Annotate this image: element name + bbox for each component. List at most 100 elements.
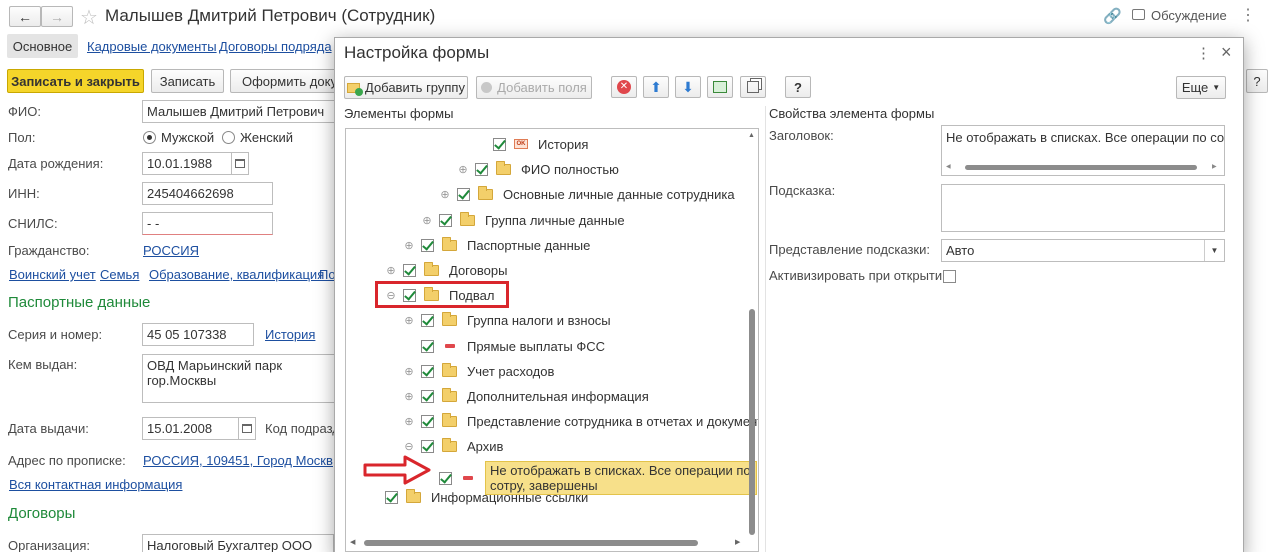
snils-input[interactable]: - - xyxy=(142,212,273,235)
expand-icon[interactable]: ⊕ xyxy=(403,239,415,252)
scroll-right-icon[interactable]: ▶ xyxy=(1212,163,1217,170)
citizenship-link[interactable]: РОССИЯ xyxy=(143,243,199,258)
add-group-button[interactable]: Добавить группу xyxy=(344,76,468,99)
issued-by-input[interactable]: ОВД Марьинский парк гор.Москвы xyxy=(142,354,342,403)
scroll-left-icon[interactable]: ◀ xyxy=(350,538,355,546)
tab-main[interactable]: Основное xyxy=(7,34,78,58)
tree-row-checkbox[interactable] xyxy=(493,137,506,151)
tree-row[interactable]: ⊕ Учет расходов xyxy=(403,360,554,382)
more-button[interactable]: Еще ▼ xyxy=(1176,76,1226,99)
expand-icon[interactable]: ⊕ xyxy=(385,264,397,277)
delete-icon: ✕ xyxy=(617,80,631,94)
move-up-button[interactable]: ⬆ xyxy=(643,76,669,98)
tree-row[interactable]: Информационные ссылки xyxy=(367,486,588,508)
calendar-button[interactable] xyxy=(231,152,249,175)
check-all-button[interactable] xyxy=(707,76,733,98)
tree-vscroll-thumb[interactable] xyxy=(749,309,755,535)
tree-row[interactable]: ⊕ Основные личные данные сотрудника xyxy=(439,183,735,205)
tree-row-checkbox[interactable] xyxy=(457,187,470,201)
tree-row-checkbox[interactable] xyxy=(421,389,434,403)
scroll-left-icon[interactable]: ◀ xyxy=(946,163,951,170)
tree-row[interactable]: ⊕ ФИО полностью xyxy=(457,158,619,180)
back-button[interactable]: ← xyxy=(9,6,41,27)
close-icon[interactable]: × xyxy=(1221,42,1232,63)
tree-row-checkbox[interactable] xyxy=(421,238,434,252)
tree-row-checkbox[interactable] xyxy=(385,490,398,504)
tree-row-checkbox[interactable] xyxy=(421,414,434,428)
issue-date-input[interactable]: 15.01.2008 xyxy=(142,417,239,440)
tab-contracts[interactable]: Договоры подряда xyxy=(219,39,332,54)
inn-input[interactable]: 245404662698 xyxy=(142,182,273,205)
header-hscroll-thumb[interactable] xyxy=(965,165,1197,170)
tree-row[interactable]: ⊕ Группа личные данные xyxy=(421,209,625,231)
tree-row-checkbox[interactable] xyxy=(421,364,434,378)
header-hscrollbar[interactable]: ◀ ▶ xyxy=(946,164,1220,172)
military-link[interactable]: Воинский учет xyxy=(9,267,96,282)
format-document-button[interactable]: Оформить докум xyxy=(230,69,340,93)
education-link[interactable]: Образование, квалификация xyxy=(149,267,324,282)
address-label: Адрес по прописке: xyxy=(8,453,126,468)
form-elements-tree[interactable]: OK История ⊕ ФИО полностью ⊕ Основные личные … xyxy=(345,128,759,552)
forward-button[interactable]: → xyxy=(41,6,73,27)
scroll-right-icon[interactable]: ▶ xyxy=(735,538,740,546)
birth-date-input[interactable]: 10.01.1988 xyxy=(142,152,232,175)
tree-vscrollbar[interactable]: ▲ xyxy=(746,132,758,535)
family-link[interactable]: Семья xyxy=(100,267,139,282)
tree-row[interactable]: Прямые выплаты ФСС xyxy=(403,335,605,357)
collapse-icon[interactable]: ⊖ xyxy=(403,440,415,453)
tree-row-checkbox[interactable] xyxy=(421,339,434,353)
chevron-down-icon[interactable]: ▼ xyxy=(1204,240,1224,261)
activate-checkbox[interactable] xyxy=(943,270,956,283)
tree-row-checkbox[interactable] xyxy=(475,162,488,176)
expand-icon[interactable]: ⊕ xyxy=(403,314,415,327)
tree-row[interactable]: OK История xyxy=(475,133,588,155)
tree-hscroll-thumb[interactable] xyxy=(364,540,698,546)
tree-row-checkbox[interactable] xyxy=(403,263,416,277)
tree-row[interactable]: ⊕ Паспортные данные xyxy=(403,234,590,256)
scroll-up-icon[interactable]: ▲ xyxy=(748,132,755,139)
expand-icon[interactable]: ⊕ xyxy=(421,214,433,227)
copy-button[interactable] xyxy=(740,76,766,98)
hint-view-select[interactable]: Авто ▼ xyxy=(941,239,1225,262)
organization-input[interactable]: Налоговый Бухгалтер ООО xyxy=(142,534,334,552)
save-and-close-button[interactable]: Записать и закрыть xyxy=(7,69,144,93)
all-contacts-link[interactable]: Вся контактная информация xyxy=(9,477,182,492)
tree-row[interactable]: ⊖ Архив xyxy=(403,435,503,457)
move-down-button[interactable]: ⬇ xyxy=(675,76,701,98)
tree-row-checkbox[interactable] xyxy=(421,313,434,327)
dialog-more-icon[interactable]: ⋮ xyxy=(1196,44,1211,62)
link-icon[interactable]: 🔗 xyxy=(1103,7,1122,25)
tab-personnel-docs[interactable]: Кадровые документы xyxy=(87,39,217,54)
folder-icon xyxy=(442,412,457,427)
expand-icon[interactable]: ⊕ xyxy=(457,163,469,176)
help-button-bg[interactable]: ? xyxy=(1246,69,1268,93)
tree-row-checkbox[interactable] xyxy=(439,471,452,485)
inn-label: ИНН: xyxy=(8,186,40,201)
series-input[interactable]: 45 05 107338 xyxy=(142,323,254,346)
discussion-link[interactable]: Обсуждение xyxy=(1151,8,1227,23)
tree-row[interactable]: ⊕ Представление сотрудника в отчетах и до… xyxy=(403,410,758,432)
tree-hscrollbar[interactable]: ◀ ▶ xyxy=(350,538,745,548)
hint-input[interactable] xyxy=(941,184,1225,232)
history-link[interactable]: История xyxy=(265,327,315,342)
tree-row[interactable]: ⊕ Группа налоги и взносы xyxy=(403,309,611,331)
save-button[interactable]: Записать xyxy=(151,69,224,93)
tree-row[interactable]: ⊕ Договоры xyxy=(385,259,507,281)
more-vert-icon[interactable]: ⋮ xyxy=(1240,5,1256,25)
delete-button[interactable]: ✕ xyxy=(611,76,637,98)
issue-calendar-button[interactable] xyxy=(238,417,256,440)
tree-row-checkbox[interactable] xyxy=(439,213,452,227)
header-input[interactable]: Не отображать в списках. Все операции по… xyxy=(941,125,1225,176)
fio-input[interactable]: Малышев Дмитрий Петрович xyxy=(142,100,342,123)
tree-row[interactable]: ⊕ Дополнительная информация xyxy=(403,385,649,407)
sex-female-radio[interactable] xyxy=(222,131,235,144)
expand-icon[interactable]: ⊕ xyxy=(403,415,415,428)
address-link[interactable]: РОССИЯ, 109451, Город Москва, ул xyxy=(143,453,333,468)
expand-icon[interactable]: ⊕ xyxy=(439,188,451,201)
tree-row-checkbox[interactable] xyxy=(421,439,434,453)
expand-icon[interactable]: ⊕ xyxy=(403,390,415,403)
star-icon[interactable]: ☆ xyxy=(80,5,98,30)
help-button[interactable]: ? xyxy=(785,76,811,98)
expand-icon[interactable]: ⊕ xyxy=(403,365,415,378)
sex-male-radio[interactable] xyxy=(143,131,156,144)
